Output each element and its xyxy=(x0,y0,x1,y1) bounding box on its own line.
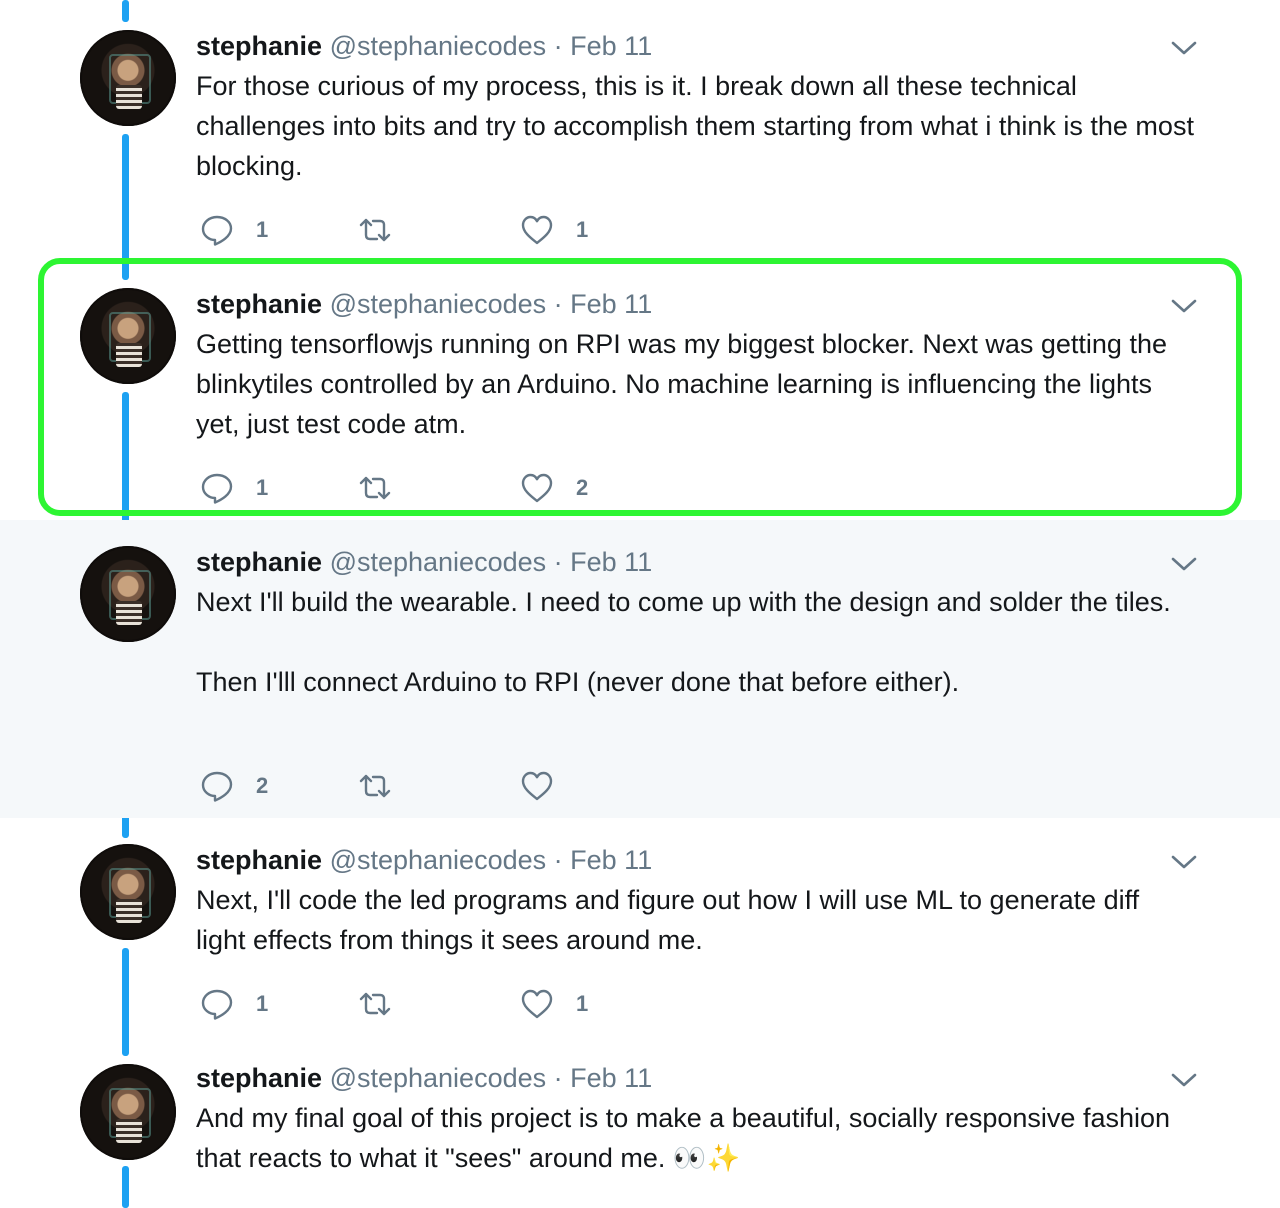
tweet[interactable]: stephanie @stephaniecodes · Feb 11 And m… xyxy=(0,1038,1280,1208)
like-button[interactable]: 1 xyxy=(520,984,588,1024)
tweet-date[interactable]: Feb 11 xyxy=(570,547,652,577)
like-icon xyxy=(521,771,553,801)
tweet-date[interactable]: Feb 11 xyxy=(570,845,652,875)
like-count: 1 xyxy=(576,217,589,242)
tweet-header: stephanie @stephaniecodes · Feb 11 xyxy=(196,546,652,578)
retweet-icon xyxy=(359,774,391,798)
avatar[interactable] xyxy=(80,30,176,126)
tweet-text: For those curious of my process, this is… xyxy=(196,71,1194,181)
author-handle[interactable]: @stephaniecodes xyxy=(330,845,547,875)
chevron-down-icon[interactable] xyxy=(1168,552,1200,576)
retweet-icon xyxy=(359,476,391,500)
reply-button[interactable]: 2 xyxy=(200,766,268,806)
like-icon xyxy=(521,989,553,1019)
tweet-text: Getting tensorflowjs running on RPI was … xyxy=(196,329,1167,439)
reply-button[interactable]: 1 xyxy=(200,984,268,1024)
author-name[interactable]: stephanie xyxy=(196,289,322,319)
separator: · xyxy=(553,1063,563,1093)
reply-icon xyxy=(201,989,233,1020)
tweet-actions: 1 2 xyxy=(196,468,676,508)
chevron-down-icon[interactable] xyxy=(1168,36,1200,60)
reply-count: 1 xyxy=(256,991,269,1016)
tweet-actions: 2 xyxy=(196,766,676,806)
retweet-button[interactable] xyxy=(358,984,414,1024)
reply-icon xyxy=(201,771,233,802)
reply-count: 2 xyxy=(256,773,269,798)
retweet-button[interactable] xyxy=(358,468,414,508)
reply-icon xyxy=(201,473,233,504)
author-name[interactable]: stephanie xyxy=(196,547,322,577)
author-name[interactable]: stephanie xyxy=(196,845,322,875)
tweet-header: stephanie @stephaniecodes · Feb 11 xyxy=(196,30,652,62)
reply-icon xyxy=(201,215,233,246)
tweet-header: stephanie @stephaniecodes · Feb 11 xyxy=(196,288,652,320)
tweet-date[interactable]: Feb 11 xyxy=(570,1063,652,1093)
retweet-button[interactable] xyxy=(358,210,414,250)
avatar[interactable] xyxy=(80,844,176,940)
like-button[interactable]: 1 xyxy=(520,210,588,250)
reply-button[interactable]: 1 xyxy=(200,210,268,250)
retweet-icon xyxy=(359,992,391,1016)
author-handle[interactable]: @stephaniecodes xyxy=(330,1063,547,1093)
like-icon xyxy=(521,215,553,245)
chevron-down-icon[interactable] xyxy=(1168,1068,1200,1092)
tweet[interactable]: stephanie @stephaniecodes · Feb 11 Next,… xyxy=(0,818,1280,1038)
avatar[interactable] xyxy=(80,546,176,642)
tweet-text: And my final goal of this project is to … xyxy=(196,1098,1196,1179)
tweet-header: stephanie @stephaniecodes · Feb 11 xyxy=(196,1062,652,1094)
chevron-down-icon[interactable] xyxy=(1168,294,1200,318)
like-count: 2 xyxy=(576,475,589,500)
like-button[interactable] xyxy=(520,766,576,806)
tweet-date[interactable]: Feb 11 xyxy=(570,31,652,61)
tweet[interactable]: stephanie @stephaniecodes · Feb 11 Next … xyxy=(0,520,1280,818)
like-count: 1 xyxy=(576,991,589,1016)
chevron-down-icon[interactable] xyxy=(1168,850,1200,874)
tweet[interactable]: stephanie @stephaniecodes · Feb 11 Getti… xyxy=(0,258,1280,520)
separator: · xyxy=(553,289,563,319)
like-button[interactable]: 2 xyxy=(520,468,588,508)
author-handle[interactable]: @stephaniecodes xyxy=(330,547,547,577)
eyes-sparkles-emoji: 👀✨ xyxy=(672,1143,741,1174)
tweet[interactable]: stephanie @stephaniecodes · Feb 11 For t… xyxy=(0,0,1280,258)
separator: · xyxy=(553,845,563,875)
reply-button[interactable]: 1 xyxy=(200,468,268,508)
author-handle[interactable]: @stephaniecodes xyxy=(330,31,547,61)
like-icon xyxy=(521,473,553,503)
retweet-icon xyxy=(359,218,391,242)
tweet-text: Next I'll build the wearable. I need to … xyxy=(196,587,1171,697)
retweet-button[interactable] xyxy=(358,766,414,806)
avatar[interactable] xyxy=(80,1064,176,1160)
tweet-actions: 1 1 xyxy=(196,210,676,250)
separator: · xyxy=(553,31,563,61)
tweet-text: Next, I'll code the led programs and fig… xyxy=(196,885,1140,955)
avatar[interactable] xyxy=(80,288,176,384)
separator: · xyxy=(553,547,563,577)
author-handle[interactable]: @stephaniecodes xyxy=(330,289,547,319)
author-name[interactable]: stephanie xyxy=(196,1063,322,1093)
tweet-actions: 1 1 xyxy=(196,984,676,1024)
tweet-header: stephanie @stephaniecodes · Feb 11 xyxy=(196,844,652,876)
author-name[interactable]: stephanie xyxy=(196,31,322,61)
reply-count: 1 xyxy=(256,475,269,500)
reply-count: 1 xyxy=(256,217,269,242)
tweet-date[interactable]: Feb 11 xyxy=(570,289,652,319)
